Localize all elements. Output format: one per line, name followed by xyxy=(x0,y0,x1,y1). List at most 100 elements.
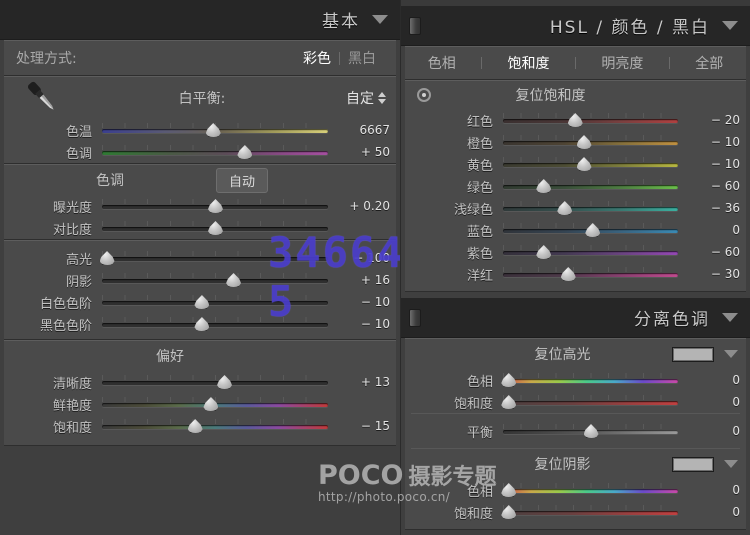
hsl-5-value[interactable]: 0 xyxy=(678,223,740,237)
tone2-1-label: 阴影 xyxy=(10,271,102,290)
split-hi-1-slider[interactable] xyxy=(503,392,678,412)
hsl-0-ticks xyxy=(503,113,678,118)
split-hi-0-slider[interactable] xyxy=(503,370,678,390)
hsl-reset-label[interactable]: 复位饱和度 xyxy=(431,85,740,105)
triangle-down-icon[interactable] xyxy=(722,313,738,322)
hsl-4-slider[interactable] xyxy=(503,198,678,218)
triangle-down-icon[interactable] xyxy=(372,15,388,24)
process-option-color[interactable]: 彩色 xyxy=(295,48,339,68)
hsl-panel-header[interactable]: HSL / 颜色 / 黑白 xyxy=(401,6,750,46)
split-sh-0-value[interactable]: 0 xyxy=(678,483,740,497)
tab-hue[interactable]: 色相 xyxy=(428,53,456,73)
split-tone-shadows-label[interactable]: 复位阴影 xyxy=(413,454,672,474)
split-hi-0-value[interactable]: 0 xyxy=(678,373,740,387)
presence-1-row: 鲜艳度 xyxy=(4,393,396,415)
wb-1-slider[interactable] xyxy=(102,142,328,162)
hsl-6-slider[interactable] xyxy=(503,242,678,262)
auto-tone-button[interactable]: 自动 xyxy=(216,168,268,193)
hsl-3-value[interactable]: − 60 xyxy=(678,179,740,193)
hsl-4-value[interactable]: − 36 xyxy=(678,201,740,215)
hsl-3-label: 绿色 xyxy=(411,177,503,196)
split-balance-0-slider[interactable] xyxy=(503,421,678,441)
tone2-1-slider[interactable] xyxy=(102,270,328,290)
presence-0-track xyxy=(102,381,328,385)
presence-2-slider[interactable] xyxy=(102,416,328,436)
split-balance-0-label: 平衡 xyxy=(411,422,503,441)
hsl-0-slider[interactable] xyxy=(503,110,678,130)
split-tone-panel-header[interactable]: 分离色调 xyxy=(401,298,750,338)
presence-0-slider[interactable] xyxy=(102,372,328,392)
stepper-updown-icon[interactable] xyxy=(378,92,386,104)
tab-luminance[interactable]: 明亮度 xyxy=(601,53,643,73)
process-option-bw[interactable]: 黑白 xyxy=(340,48,384,68)
hsl-5-slider[interactable] xyxy=(503,220,678,240)
split-sh-1-slider[interactable] xyxy=(503,502,678,522)
presence-1-slider[interactable] xyxy=(102,394,328,414)
split-sh-0-slider[interactable] xyxy=(503,480,678,500)
tone2-1-value[interactable]: + 16 xyxy=(328,273,390,287)
white-balance-row: 白平衡: 自定 xyxy=(4,77,396,119)
wb-0-label: 色温 xyxy=(10,121,102,140)
hsl-4-track xyxy=(503,207,678,211)
wb-1-value[interactable]: + 50 xyxy=(328,145,390,159)
tone2-0-slider[interactable] xyxy=(102,248,328,268)
target-adjust-icon[interactable] xyxy=(417,88,431,102)
tone2-2-label: 白色色阶 xyxy=(10,293,102,312)
hsl-7-ticks xyxy=(503,267,678,272)
hsl-5-label: 蓝色 xyxy=(411,221,503,240)
hsl-6-value[interactable]: − 60 xyxy=(678,245,740,259)
split-sh-0-track xyxy=(503,489,678,493)
triangle-down-icon[interactable] xyxy=(724,350,738,358)
hsl-2-value[interactable]: − 10 xyxy=(678,157,740,171)
tone2-3-slider[interactable] xyxy=(102,314,328,334)
tone2-2-ticks xyxy=(102,295,328,300)
hsl-7-slider[interactable] xyxy=(503,264,678,284)
tone-1-slider[interactable] xyxy=(102,218,328,238)
split-tone-panel-title: 分离色调 xyxy=(634,305,710,330)
basic-panel-header[interactable]: 基本 xyxy=(0,0,400,40)
tone2-2-slider[interactable] xyxy=(102,292,328,312)
hsl-tab-bar: 色相 饱和度 明亮度 全部 xyxy=(405,46,746,80)
highlights-color-swatch[interactable] xyxy=(672,347,714,362)
tab-divider xyxy=(669,57,670,69)
eyedropper-icon[interactable] xyxy=(14,78,68,118)
split-tone-highlights-label[interactable]: 复位高光 xyxy=(413,344,672,364)
split-hi-1-value[interactable]: 0 xyxy=(678,395,740,409)
hsl-1-slider[interactable] xyxy=(503,132,678,152)
tone2-2-value[interactable]: − 10 xyxy=(328,295,390,309)
triangle-down-icon[interactable] xyxy=(724,460,738,468)
split-balance-0-value[interactable]: 0 xyxy=(678,424,740,438)
panel-switch-icon[interactable] xyxy=(409,17,421,35)
presence-2-value[interactable]: − 15 xyxy=(328,419,390,433)
hsl-0-value[interactable]: − 20 xyxy=(678,113,740,127)
tone2-0-value[interactable]: − 100 xyxy=(328,251,390,265)
triangle-down-icon[interactable] xyxy=(722,21,738,30)
wb-0-slider[interactable] xyxy=(102,120,328,140)
panel-switch-icon[interactable] xyxy=(409,309,421,327)
hsl-2-ticks xyxy=(503,157,678,162)
hsl-2-slider[interactable] xyxy=(503,154,678,174)
tone-block: 色调 自动 曝光度+ 0.20对比度 xyxy=(4,164,396,240)
wb-0-value[interactable]: 6667 xyxy=(328,123,390,137)
tone-sliders-secondary: 高光− 100阴影+ 16白色色阶− 10黑色色阶− 10 xyxy=(4,247,396,335)
hsl-5-row: 蓝色 0 xyxy=(405,219,746,241)
tab-all[interactable]: 全部 xyxy=(695,53,723,73)
hsl-7-value[interactable]: − 30 xyxy=(678,267,740,281)
split-sh-1-value[interactable]: 0 xyxy=(678,505,740,519)
tone-0-slider[interactable] xyxy=(102,196,328,216)
tone2-2-row: 白色色阶 − 10 xyxy=(4,291,396,313)
tone-0-value[interactable]: + 0.20 xyxy=(328,199,390,213)
hsl-1-value[interactable]: − 10 xyxy=(678,135,740,149)
white-balance-value[interactable]: 自定 xyxy=(346,88,386,108)
split-hi-0-track xyxy=(503,379,678,383)
basic-panel-title: 基本 xyxy=(322,7,360,32)
hsl-7-row: 洋红− 30 xyxy=(405,263,746,285)
hsl-6-track xyxy=(503,251,678,255)
tab-saturation[interactable]: 饱和度 xyxy=(508,53,550,73)
tone2-3-value[interactable]: − 10 xyxy=(328,317,390,331)
shadows-color-swatch[interactable] xyxy=(672,457,714,472)
hsl-3-slider[interactable] xyxy=(503,176,678,196)
tone-heading-row: 色调 自动 xyxy=(4,165,396,195)
presence-sliders: 清晰度+ 13鲜艳度饱和度− 15 xyxy=(4,371,396,437)
presence-0-value[interactable]: + 13 xyxy=(328,375,390,389)
